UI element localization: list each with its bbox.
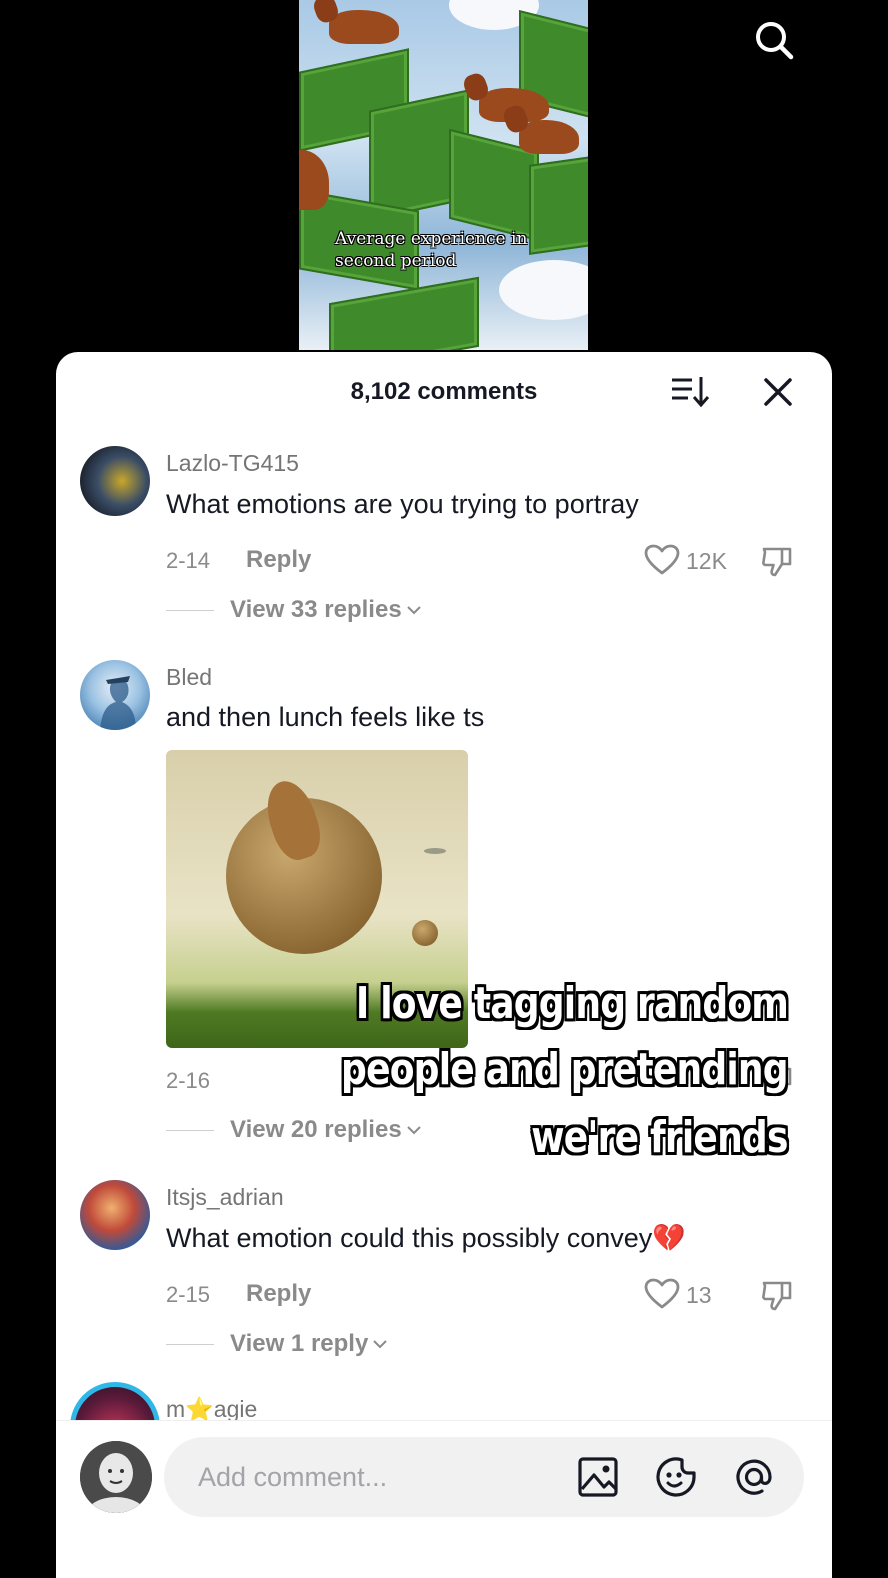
chevron-down-icon: [406, 1126, 421, 1135]
view-replies-label: View 33 replies: [230, 596, 402, 623]
overlay-caption-line: I love tagging random: [355, 978, 789, 1029]
video-caption-line: Average experience in: [335, 229, 528, 249]
sort-icon[interactable]: [670, 374, 710, 410]
view-replies-button[interactable]: View 33 replies: [230, 596, 422, 624]
overlay-caption-line: people and pretending: [341, 1044, 789, 1095]
comments-sheet: 8,102 comments Lazlo-TG415 What emotions…: [56, 352, 832, 1578]
chevron-down-icon: [406, 606, 421, 615]
horse: [519, 120, 579, 154]
view-replies-button[interactable]: View 20 replies: [230, 1116, 422, 1144]
replies-divider: [166, 1344, 214, 1345]
view-replies-button[interactable]: View 1 reply: [230, 1330, 388, 1358]
reply-button[interactable]: Reply: [246, 546, 311, 574]
emoji-icon[interactable]: [654, 1455, 698, 1499]
replies-divider: [166, 1130, 214, 1131]
comment-username[interactable]: m⭐agie: [166, 1396, 257, 1423]
flying-saucer: [424, 848, 446, 854]
comment-username[interactable]: Bled: [166, 664, 212, 691]
comments-header: 8,102 comments: [56, 352, 832, 430]
replies-divider: [166, 610, 214, 611]
view-replies-label: View 1 reply: [230, 1330, 369, 1357]
search-icon[interactable]: [752, 18, 796, 62]
comment-count-title: 8,102 comments: [350, 378, 538, 405]
comment-composer: [56, 1420, 832, 1578]
comment-date: 2-14: [166, 548, 211, 573]
video-thumbnail[interactable]: Average experience in second period: [299, 0, 588, 350]
thumbs-down-icon[interactable]: [760, 1278, 794, 1312]
small-ball: [412, 920, 438, 946]
comment-date: 2-15: [166, 1282, 211, 1307]
avatar[interactable]: [80, 446, 150, 516]
avatar[interactable]: [80, 660, 150, 730]
thumbs-down-icon[interactable]: [760, 544, 794, 578]
comment-text: and then lunch feels like ts: [166, 702, 485, 732]
close-icon[interactable]: [758, 372, 798, 412]
heart-outline-icon[interactable]: [644, 544, 680, 576]
image-icon[interactable]: [576, 1455, 620, 1499]
avatar[interactable]: [80, 1441, 152, 1513]
chevron-down-icon: [373, 1340, 388, 1349]
video-caption: Average experience in second period: [335, 228, 575, 272]
comment-date: 2-16: [166, 1068, 211, 1093]
horse: [299, 150, 329, 210]
comment-text: What emotion could this possibly convey💔: [166, 1223, 686, 1253]
overlay-caption-line: we're friends: [531, 1112, 789, 1163]
at-mention-icon[interactable]: [732, 1455, 776, 1499]
horse: [329, 10, 399, 44]
comment-input[interactable]: [198, 1457, 558, 1497]
comment-input-pill[interactable]: [164, 1437, 804, 1517]
view-replies-label: View 20 replies: [230, 1116, 402, 1143]
reply-button[interactable]: Reply: [246, 1280, 311, 1308]
avatar[interactable]: [80, 1180, 150, 1250]
comment-username[interactable]: Itsjs_adrian: [166, 1184, 284, 1211]
like-count: 12K: [686, 548, 727, 574]
comment-username[interactable]: Lazlo-TG415: [166, 450, 299, 477]
video-caption-line: second period: [335, 251, 457, 271]
heart-outline-icon[interactable]: [644, 1278, 680, 1310]
like-count: 13: [686, 1282, 712, 1308]
comment-text: What emotions are you trying to portray: [166, 489, 639, 519]
